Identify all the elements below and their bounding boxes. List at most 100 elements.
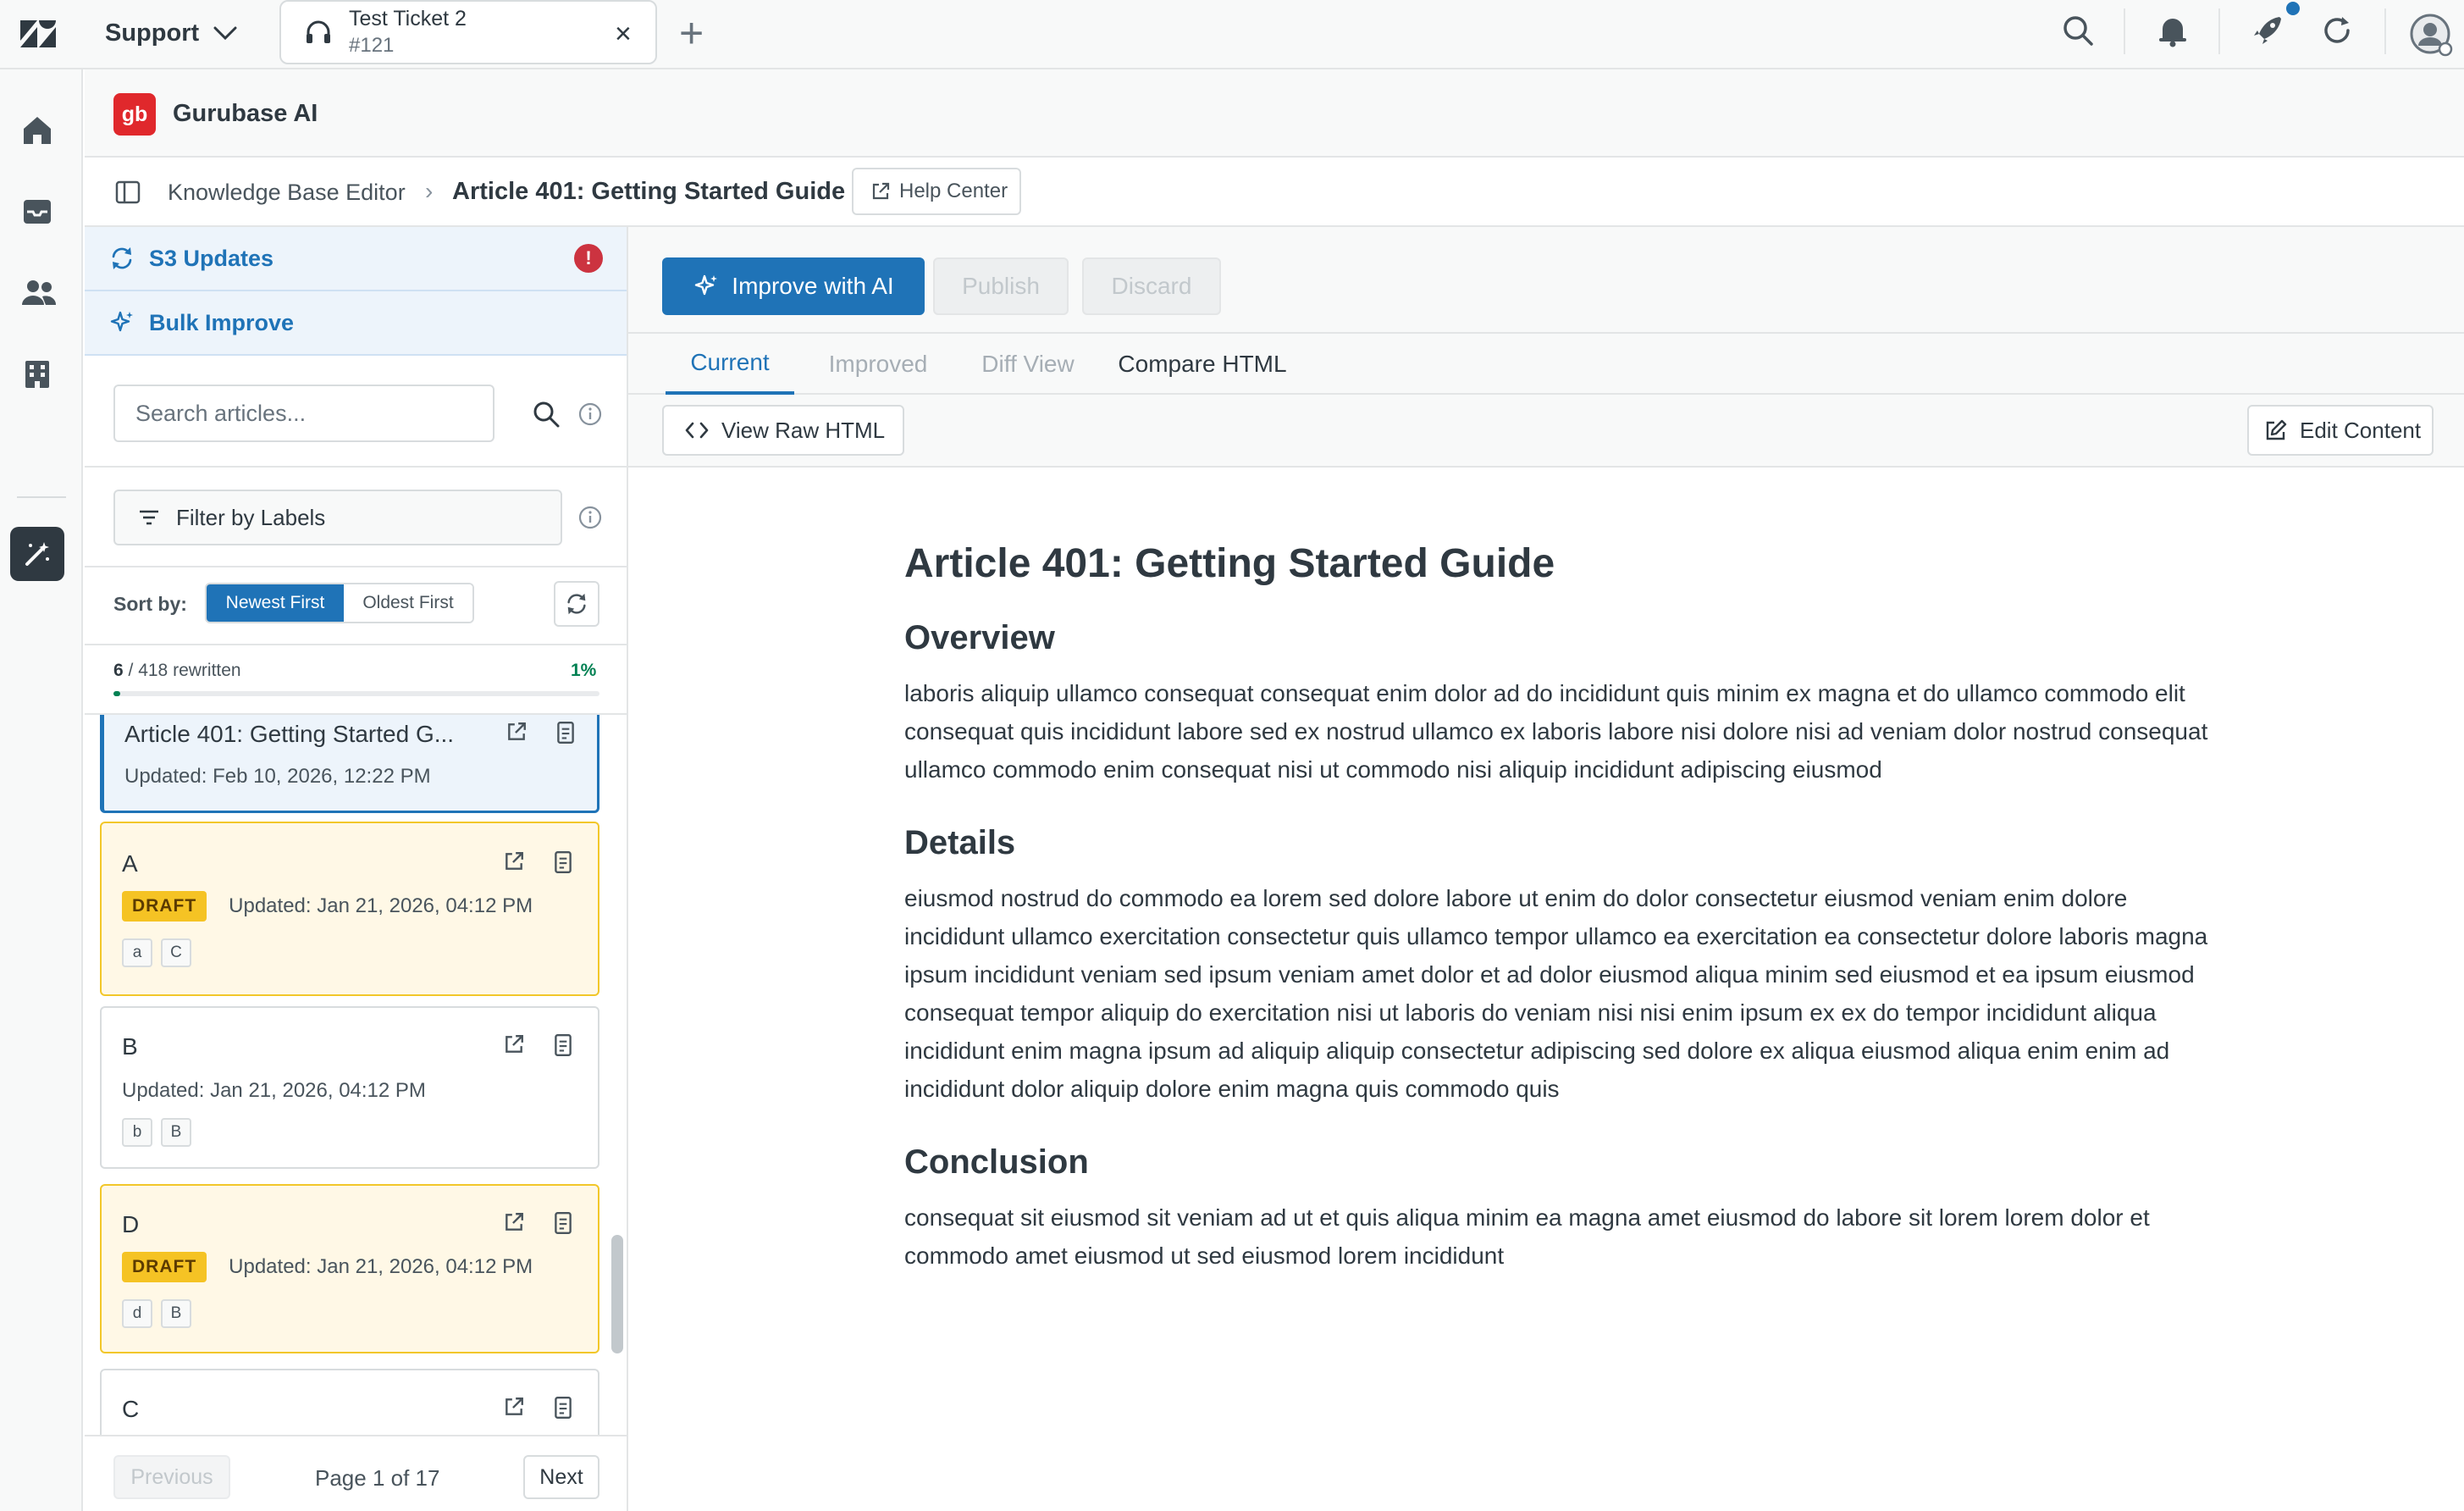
divider bbox=[85, 644, 627, 645]
breadcrumb-parent[interactable]: Knowledge Base Editor bbox=[168, 180, 406, 206]
progress-text: 6 / 418 rewritten bbox=[113, 661, 241, 681]
section-heading: Details bbox=[904, 824, 1016, 861]
edit-content-button[interactable]: Edit Content bbox=[2247, 405, 2434, 456]
search-input[interactable] bbox=[113, 385, 494, 442]
ticket-title: Test Ticket 2 bbox=[349, 7, 467, 30]
label-tag: d bbox=[122, 1299, 152, 1328]
tab-current[interactable]: Current bbox=[666, 334, 794, 395]
article-content: Article 401: Getting Started Guide Overv… bbox=[904, 540, 2208, 1310]
notification-dot bbox=[2286, 2, 2300, 15]
refresh-button[interactable] bbox=[554, 581, 599, 627]
action-bar: Improve with AI Publish Discard bbox=[628, 227, 2464, 334]
publish-button[interactable]: Publish bbox=[933, 257, 1069, 315]
progress-total: / 418 rewritten bbox=[128, 661, 241, 680]
section-heading: Overview bbox=[904, 619, 1055, 656]
document-icon[interactable] bbox=[552, 1396, 574, 1420]
left-nav bbox=[0, 69, 83, 1511]
content-toolbar: View Raw HTML Edit Content bbox=[628, 395, 2464, 468]
nav-item-gurubase[interactable] bbox=[10, 527, 64, 581]
tab-improved[interactable]: Improved bbox=[816, 334, 940, 395]
external-link-icon[interactable] bbox=[503, 1033, 525, 1055]
magic-wand-icon bbox=[25, 542, 49, 566]
bell-icon[interactable] bbox=[2156, 14, 2190, 47]
sort-label: Sort by: bbox=[113, 593, 187, 615]
app-name: Gurubase AI bbox=[173, 100, 318, 127]
tab-diff-view[interactable]: Diff View bbox=[967, 334, 1089, 395]
filter-label: Filter by Labels bbox=[176, 504, 326, 530]
home-icon[interactable] bbox=[20, 113, 54, 147]
sync-icon bbox=[112, 247, 132, 269]
help-center-label: Help Center bbox=[899, 180, 1008, 202]
article-list: Article 401: Getting Started G... Update… bbox=[85, 715, 627, 1435]
article-card[interactable]: A DRAFT Updated: Jan 21, 2026, 04:12 PM … bbox=[100, 822, 599, 996]
external-link-icon[interactable] bbox=[503, 1211, 525, 1233]
article-card[interactable]: B Updated: Jan 21, 2026, 04:12 PM b B bbox=[100, 1006, 599, 1169]
chevron-down-icon bbox=[213, 26, 237, 41]
close-tab-icon[interactable]: × bbox=[615, 19, 632, 49]
ticket-tab[interactable]: Test Ticket 2 #121 × bbox=[279, 0, 657, 64]
bulk-improve-button[interactable]: Bulk Improve bbox=[85, 291, 627, 356]
previous-page-button[interactable]: Previous bbox=[113, 1455, 230, 1499]
info-icon[interactable] bbox=[577, 505, 603, 530]
user-avatar-icon[interactable] bbox=[2410, 14, 2454, 58]
product-switcher[interactable]: Support bbox=[105, 14, 238, 53]
search-icon[interactable] bbox=[532, 400, 561, 429]
inbox-icon[interactable] bbox=[20, 195, 54, 229]
sort-newest-button[interactable]: Newest First bbox=[207, 584, 344, 622]
document-icon[interactable] bbox=[552, 850, 574, 874]
sparkle-icon bbox=[110, 311, 133, 332]
article-updated: Updated: Jan 21, 2026, 04:12 PM bbox=[229, 1255, 533, 1278]
article-card[interactable]: Article 401: Getting Started G... Update… bbox=[100, 715, 599, 813]
section-body: consequat sit eiusmod sit veniam ad ut e… bbox=[904, 1204, 2150, 1269]
tab-compare-html[interactable]: Compare HTML bbox=[1113, 334, 1292, 395]
refresh-icon[interactable] bbox=[2320, 14, 2354, 47]
article-card[interactable]: D DRAFT Updated: Jan 21, 2026, 04:12 PM … bbox=[100, 1184, 599, 1353]
divider bbox=[2124, 8, 2125, 54]
document-icon[interactable] bbox=[552, 1211, 574, 1235]
sparkle-icon bbox=[695, 274, 718, 296]
article-card[interactable]: C bbox=[100, 1369, 599, 1435]
product-name: Support bbox=[105, 19, 200, 47]
app-logo: gb bbox=[113, 93, 156, 136]
users-icon[interactable] bbox=[20, 276, 58, 310]
add-tab-icon[interactable]: + bbox=[679, 12, 704, 54]
next-page-button[interactable]: Next bbox=[523, 1455, 599, 1499]
external-link-icon[interactable] bbox=[506, 721, 528, 743]
external-link-icon[interactable] bbox=[503, 1396, 525, 1418]
scrollbar[interactable] bbox=[611, 1235, 623, 1353]
sidebar-toggle-icon[interactable] bbox=[115, 180, 141, 205]
zendesk-logo-icon[interactable] bbox=[19, 17, 58, 51]
refresh-icon bbox=[567, 593, 586, 615]
label-tag: b bbox=[122, 1118, 152, 1147]
external-link-icon[interactable] bbox=[503, 850, 525, 872]
article-updated: Updated: Feb 10, 2026, 12:22 PM bbox=[124, 765, 431, 788]
article-title: Article 401: Getting Started G... bbox=[124, 721, 455, 747]
divider bbox=[85, 566, 627, 567]
search-icon[interactable] bbox=[2061, 14, 2095, 47]
sort-toggle: Newest First Oldest First bbox=[205, 583, 474, 623]
edit-content-label: Edit Content bbox=[2300, 417, 2422, 443]
view-raw-html-button[interactable]: View Raw HTML bbox=[662, 405, 904, 456]
building-icon[interactable] bbox=[20, 357, 54, 391]
section-heading: Conclusion bbox=[904, 1143, 1089, 1181]
s3-updates-button[interactable]: S3 Updates ! bbox=[85, 227, 627, 291]
label-tag: a bbox=[122, 938, 152, 967]
info-icon[interactable] bbox=[577, 401, 603, 427]
document-icon[interactable] bbox=[555, 721, 577, 744]
help-center-button[interactable]: Help Center bbox=[852, 168, 1021, 215]
rocket-icon[interactable] bbox=[2251, 14, 2284, 47]
section-body: laboris aliquip ullamco consequat conseq… bbox=[904, 680, 2208, 783]
filter-by-labels-button[interactable]: Filter by Labels bbox=[113, 490, 562, 545]
page-info: Page 1 of 17 bbox=[315, 1465, 440, 1491]
article-sidebar: S3 Updates ! Bulk Improve Filter by Labe… bbox=[85, 227, 628, 1511]
breadcrumb-separator: › bbox=[425, 178, 434, 204]
article-updated: Updated: Jan 21, 2026, 04:12 PM bbox=[229, 894, 533, 917]
divider bbox=[2218, 8, 2220, 54]
progress-bar bbox=[113, 691, 599, 696]
document-icon[interactable] bbox=[552, 1033, 574, 1057]
sort-oldest-button[interactable]: Oldest First bbox=[344, 584, 472, 622]
draft-badge: DRAFT bbox=[122, 1252, 207, 1282]
progress-percent: 1% bbox=[571, 661, 597, 680]
improve-with-ai-button[interactable]: Improve with AI bbox=[662, 257, 925, 315]
discard-button[interactable]: Discard bbox=[1082, 257, 1221, 315]
